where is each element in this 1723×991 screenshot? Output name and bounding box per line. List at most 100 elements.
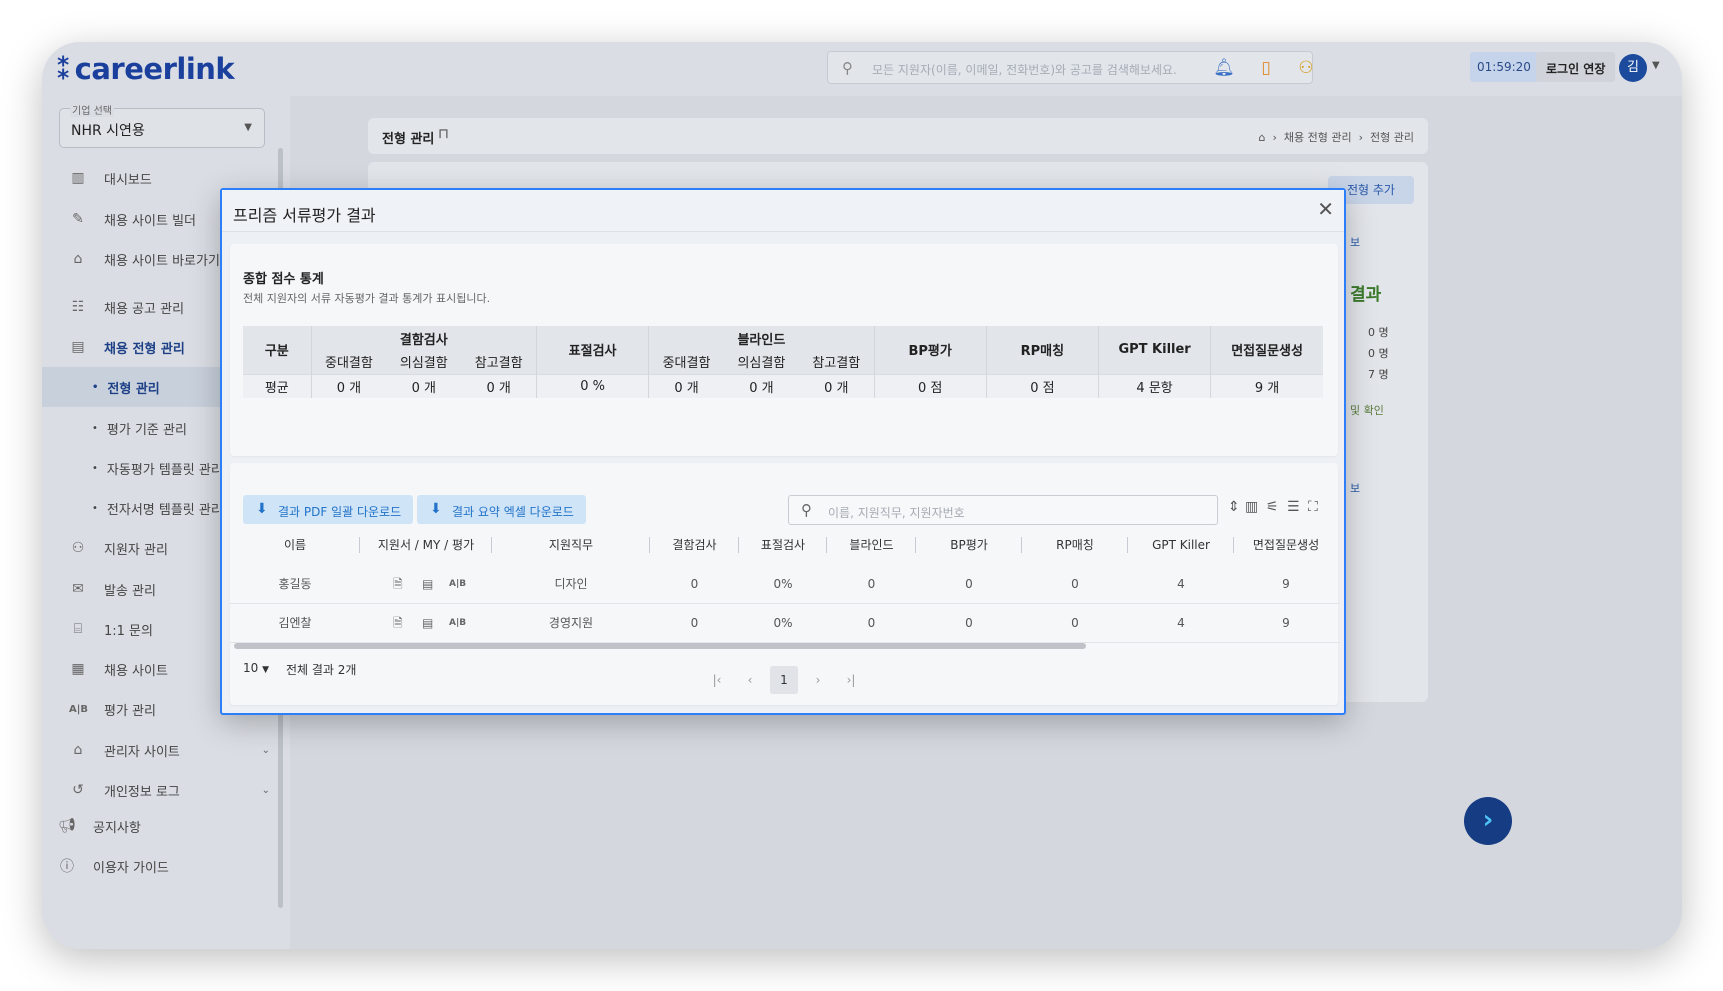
filter-icon[interactable]: ⚟ xyxy=(1266,499,1279,515)
chart-icon: ▥ xyxy=(71,170,85,186)
sort-icon[interactable]: ⇕ xyxy=(1228,499,1240,515)
stats-col-plagiarism: 표절검사 xyxy=(536,326,650,374)
search-icon: ⚲ xyxy=(842,59,853,77)
list-icon: ☷ xyxy=(71,299,85,315)
page-button[interactable]: 1 xyxy=(770,666,798,694)
col-header-job[interactable]: 지원직무 xyxy=(492,525,650,565)
bg-count: 0 명 xyxy=(1368,347,1389,360)
page-title-bar: 전형 관리 ⊓ ⌂ › 채용 전형 관리 › 전형 관리 xyxy=(368,118,1428,154)
sidebar-item-notice[interactable]: 📢︎ 공지사항 xyxy=(42,806,282,846)
col-header-gpt[interactable]: GPT Killer xyxy=(1128,525,1234,565)
application-doc-icon[interactable]: 🗎 xyxy=(393,604,403,643)
stats-col-category: 구분 xyxy=(243,326,312,374)
col-header-docs[interactable]: 지원서 / MY / 평가 xyxy=(360,525,492,565)
density-icon[interactable]: ☰ xyxy=(1287,499,1300,515)
global-search-input[interactable]: ⚲ 모든 지원자(이름, 이메일, 전화번호)와 공고를 검색해보세요. xyxy=(827,51,1313,84)
columns-icon[interactable]: ▥ xyxy=(1245,499,1258,515)
clipboard-icon: ▤ xyxy=(71,339,85,355)
users-icon: ⚇ xyxy=(71,540,85,556)
chevron-down-icon: ⌄ xyxy=(261,744,270,756)
home-gear-icon: ⌂ xyxy=(73,742,83,758)
modal-title: 프리즘 서류평가 결과 xyxy=(233,206,376,225)
bookmark-icon[interactable]: ▯ xyxy=(1252,54,1280,82)
first-page-icon[interactable]: |‹ xyxy=(703,666,731,694)
results-search-input[interactable]: ⚲ 이름, 지원직무, 지원자번호 xyxy=(788,495,1218,525)
stats-row-average: 평균 0 개 0 개 0 개 0 % 0 개 0 개 0 개 0 점 0 점 4… xyxy=(243,373,1323,398)
stats-group-blind: 블라인드 xyxy=(648,326,875,350)
application-doc-icon[interactable]: 🗎 xyxy=(393,565,403,604)
ab-icon: A|B xyxy=(69,703,89,715)
col-header-blind[interactable]: 블라인드 xyxy=(827,525,916,565)
page-title: 전형 관리 xyxy=(382,132,435,147)
stats-panel: 종합 점수 통계 전체 지원자의 서류 자동평가 결과 통계가 표시됩니다. 구… xyxy=(230,244,1338,456)
col-header-plagiarism[interactable]: 표절검사 xyxy=(739,525,827,565)
megaphone-icon: 📢︎ xyxy=(58,818,76,834)
clipboard-icon[interactable]: ▤ xyxy=(422,565,433,604)
next-page-icon[interactable]: › xyxy=(804,666,832,694)
stats-col-gpt: GPT Killer xyxy=(1098,326,1212,374)
help-icon: ⓘ xyxy=(60,859,74,875)
home-icon: ⌂ xyxy=(73,251,83,267)
ab-eval-icon[interactable]: A|B xyxy=(449,604,466,643)
col-header-interview[interactable]: 면접질문생성 xyxy=(1234,525,1338,565)
close-icon[interactable]: ✕ xyxy=(1317,199,1334,219)
stats-col-rp: RP매칭 xyxy=(986,326,1099,374)
search-icon: ⚲ xyxy=(801,501,812,519)
bg-view-button[interactable]: 보 xyxy=(1350,480,1360,496)
col-header-name[interactable]: 이름 xyxy=(230,525,360,565)
bg-result-label: 결과 xyxy=(1350,285,1382,305)
stats-sub-major: 중대결함 xyxy=(648,350,724,374)
col-header-defect[interactable]: 결함검사 xyxy=(650,525,739,565)
bell-icon[interactable]: 🔔︎ xyxy=(1210,54,1238,82)
bg-count: 0 명 xyxy=(1368,326,1389,339)
chevron-down-icon[interactable]: ▼ xyxy=(1652,60,1660,71)
home-icon[interactable]: ⌂ xyxy=(1259,131,1266,144)
extend-login-button[interactable]: 로그인 연장 xyxy=(1536,52,1616,82)
stats-group-defect: 결함검사 xyxy=(311,326,538,350)
stats-heading: 종합 점수 통계 xyxy=(243,272,324,287)
company-select[interactable]: 기업 선택 NHR 시연용 ▼ xyxy=(59,102,265,148)
results-panel: ⬇ 결과 PDF 일괄 다운로드 ⬇ 결과 요약 엑셀 다운로드 ⚲ 이름, 지원직… xyxy=(230,463,1340,705)
avatar[interactable]: 김 xyxy=(1619,54,1647,82)
session-timer: 01:59:20 xyxy=(1470,52,1538,82)
sidebar-item-guide[interactable]: ⓘ 이용자 가이드 xyxy=(42,846,282,886)
modal-header: 프리즘 서류평가 결과 ✕ xyxy=(222,190,1344,232)
bg-link[interactable]: 및 확인 xyxy=(1350,402,1384,418)
sidebar-item-privacy-log[interactable]: ↺ 개인정보 로그 ⌄ xyxy=(42,770,282,810)
stats-col-interview: 면접질문생성 xyxy=(1210,326,1323,374)
download-icon: ⬇ xyxy=(256,501,268,517)
breadcrumb: ⌂ › 채용 전형 관리 › 전형 관리 xyxy=(1258,131,1414,144)
careerlink-logo[interactable]: ⁑ careerlink xyxy=(56,52,235,86)
table-row[interactable]: 홍길동 🗎 ▤ A|B 디자인 0 0% 0 0 0 4 9 xyxy=(230,565,1340,604)
bg-view-button[interactable]: 보 xyxy=(1350,234,1360,250)
stats-description: 전체 지원자의 서류 자동평가 결과 통계가 표시됩니다. xyxy=(243,292,491,305)
last-page-icon[interactable]: ›| xyxy=(837,666,865,694)
bookmark-icon[interactable]: ⊓ xyxy=(438,126,449,142)
user-star-icon[interactable]: ⚇ xyxy=(1292,54,1320,82)
sidebar-item-admin[interactable]: ⌂ 관리자 사이트 ⌄ xyxy=(42,730,282,770)
clipboard-icon[interactable]: ▤ xyxy=(422,604,433,643)
total-results: 전체 결과 2개 xyxy=(286,663,357,677)
dropdown-caret-icon: ▼ xyxy=(244,122,252,133)
col-header-bp[interactable]: BP평가 xyxy=(916,525,1022,565)
chevron-down-icon: ⌄ xyxy=(261,784,270,796)
horizontal-scrollbar[interactable] xyxy=(234,643,1086,649)
stats-sub-suspect: 의심결함 xyxy=(723,350,799,374)
prev-page-icon[interactable]: ‹ xyxy=(736,666,764,694)
pdf-download-button[interactable]: ⬇ 결과 PDF 일괄 다운로드 xyxy=(243,495,414,524)
table-row[interactable]: 김엔찰 🗎 ▤ A|B 경영지원 0 0% 0 0 0 4 9 xyxy=(230,604,1340,643)
assistant-fab[interactable]: › xyxy=(1464,797,1512,845)
tool-icon: ✎ xyxy=(72,211,84,227)
stats-sub-reference: 참고결함 xyxy=(798,350,875,374)
fullscreen-icon[interactable]: ⛶ xyxy=(1308,499,1318,515)
excel-download-button[interactable]: ⬇ 결과 요약 엑셀 다운로드 xyxy=(417,495,586,524)
stats-sub-reference: 참고결함 xyxy=(461,350,538,374)
col-header-rp[interactable]: RP매칭 xyxy=(1022,525,1128,565)
page-size-select[interactable]: 10 ▼ xyxy=(243,661,269,675)
ab-eval-icon[interactable]: A|B xyxy=(449,565,466,604)
prism-result-modal: 프리즘 서류평가 결과 ✕ 종합 점수 통계 전체 지원자의 서류 자동평가 결… xyxy=(220,188,1346,715)
chat-icon: ⌸ xyxy=(73,621,83,637)
stats-sub-major: 중대결함 xyxy=(311,350,387,374)
dropdown-caret-icon: ▼ xyxy=(262,665,270,675)
download-icon: ⬇ xyxy=(430,501,442,517)
